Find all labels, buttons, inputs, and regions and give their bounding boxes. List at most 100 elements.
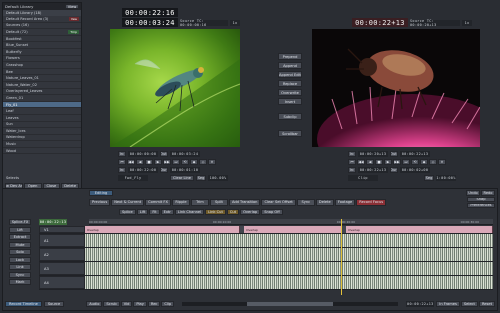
append-edit-button[interactable]: Append Edit: [278, 71, 302, 78]
footer-reset-button[interactable]: Reset: [478, 301, 495, 307]
footer-scrub-button[interactable]: Scrub: [103, 301, 120, 307]
mark-in-icon[interactable]: ◆: [420, 159, 428, 165]
rewind-icon[interactable]: ◀◀: [357, 159, 365, 165]
go-to-start-icon[interactable]: ⏮: [118, 159, 126, 165]
rail-solo-button[interactable]: Solo: [9, 249, 31, 255]
footer-select-button[interactable]: Select: [460, 301, 478, 307]
insert-button[interactable]: Insert: [278, 98, 302, 105]
inout-timecode[interactable]: 00:00:01:10: [170, 167, 200, 173]
footer-in-frames-button[interactable]: In Frames: [436, 301, 460, 307]
scrollbar-button[interactable]: Scrollbar: [278, 130, 302, 137]
step-back-icon[interactable]: ◀: [136, 159, 144, 165]
library-item[interactable]: Bee: [3, 69, 81, 76]
mark-in-icon[interactable]: ◆: [190, 159, 198, 165]
inout-timecode[interactable]: 00:00:00:00: [128, 151, 158, 157]
clear-marks-icon[interactable]: ✕: [438, 159, 446, 165]
library-item[interactable]: Default Record Area (3) Vew: [3, 16, 81, 23]
video-clip[interactable]: Overlap: [346, 226, 493, 233]
trim-button[interactable]: Trim: [190, 198, 209, 206]
cut-button[interactable]: Cut: [226, 208, 240, 215]
footer-clip-button[interactable]: Clip: [161, 301, 175, 307]
inout-timecode[interactable]: 00:00:22+13: [358, 167, 388, 173]
add-transition-button[interactable]: Add Transition: [228, 198, 261, 206]
delete-button[interactable]: Delete: [315, 198, 334, 206]
library-item[interactable]: Sources (16): [3, 23, 81, 30]
rail-mark-button[interactable]: Mark: [9, 279, 31, 285]
rail-sync-button[interactable]: Sync: [9, 271, 31, 278]
track-header[interactable]: V1: [39, 226, 85, 233]
split-button[interactable]: Split: [209, 198, 228, 206]
library-item[interactable]: Fly_01: [3, 101, 81, 109]
step-back-icon[interactable]: ◀: [366, 159, 374, 165]
lift-button[interactable]: Lift: [136, 208, 149, 215]
go-to-start-icon[interactable]: ⏮: [348, 159, 356, 165]
library-item-tag[interactable]: Vew: [68, 16, 79, 21]
subclip-button[interactable]: Subclip: [278, 113, 302, 120]
stop-icon[interactable]: ■: [375, 159, 383, 165]
rail-mute-button[interactable]: Mute: [9, 241, 31, 248]
library-item[interactable]: Bookfest: [3, 36, 81, 43]
fit-button[interactable]: Fit: [149, 208, 160, 215]
library-item-tag[interactable]: Tmp: [68, 29, 79, 34]
fast-forward-icon[interactable]: ▶▶: [393, 159, 401, 165]
footer-play-button[interactable]: Play: [133, 301, 147, 307]
play-icon[interactable]: ▶: [384, 159, 392, 165]
footage-button[interactable]: Footage: [334, 198, 356, 206]
go-to-end-icon[interactable]: ⏭: [172, 159, 180, 165]
library-item[interactable]: Leaves: [3, 115, 81, 122]
loop-icon[interactable]: ⟲: [411, 159, 419, 165]
inout-timecode[interactable]: 00:00:02+00: [400, 167, 430, 173]
commit-fx-button[interactable]: Commit FX: [145, 198, 171, 206]
overwrite-button[interactable]: Overwrite: [278, 89, 302, 96]
source-button[interactable]: Source: [43, 301, 65, 307]
previous-button[interactable]: Previous: [89, 198, 111, 206]
snap-off-button[interactable]: Snap Off: [261, 208, 283, 215]
footer-rec-button[interactable]: Rec: [147, 301, 161, 307]
preferences-button[interactable]: Preferences: [467, 202, 495, 208]
ripple-button[interactable]: Ripple: [171, 198, 190, 206]
rewind-icon[interactable]: ◀◀: [127, 159, 135, 165]
library-item[interactable]: Sun: [3, 122, 81, 129]
track-lane[interactable]: Overlap Overlap Overlap: [85, 226, 493, 233]
timeline-scrollbar[interactable]: [182, 302, 399, 306]
rail-splice-fx-button[interactable]: Splice-FX: [9, 219, 31, 225]
extr-button[interactable]: Extr: [160, 208, 174, 215]
link-channel-button[interactable]: Link Channel: [174, 208, 205, 215]
track-header[interactable]: A3: [39, 262, 85, 275]
inout-timecode[interactable]: 00:00:20+13: [358, 151, 388, 157]
snap-button[interactable]: Snap: [467, 196, 495, 202]
track-lane[interactable]: [85, 248, 493, 261]
record-focus-button[interactable]: Record Focus: [356, 198, 387, 206]
library-item[interactable]: Grasshop: [3, 62, 81, 69]
video-clip[interactable]: Overlap: [85, 226, 241, 233]
rail-lift-button[interactable]: Lift: [9, 226, 31, 233]
loop-icon[interactable]: ⟲: [181, 159, 189, 165]
rail-lock-button[interactable]: Lock: [9, 256, 31, 263]
track-lane[interactable]: [85, 276, 493, 289]
redo-button[interactable]: Redo: [481, 189, 495, 196]
record-video-frame[interactable]: [312, 29, 480, 147]
clear-set-offset-button[interactable]: Clear Set Offset: [261, 198, 296, 206]
library-item[interactable]: Default (72) Tmp: [3, 29, 81, 36]
editing-tab[interactable]: Editing: [89, 189, 113, 196]
source-clear-button[interactable]: Clear Line: [170, 175, 194, 181]
inout-timecode[interactable]: 00:00:03:24: [170, 151, 200, 157]
overlap-button[interactable]: Overlap: [240, 208, 261, 215]
replace-button[interactable]: Replace: [278, 80, 302, 87]
track-header[interactable]: A1: [39, 234, 85, 247]
video-clip[interactable]: Overlap: [244, 226, 343, 233]
library-item[interactable]: Nature_Leaves_01: [3, 75, 81, 82]
record-timeline-button[interactable]: Record Timeline: [5, 301, 42, 307]
track-header[interactable]: A2: [39, 248, 85, 261]
track-header[interactable]: A4: [39, 276, 85, 289]
clear-marks-icon[interactable]: ✕: [208, 159, 216, 165]
play-icon[interactable]: ▶: [154, 159, 162, 165]
library-item[interactable]: Leaf: [3, 108, 81, 115]
footer-vid-button[interactable]: Vid: [120, 301, 133, 307]
library-item[interactable]: Wood: [3, 148, 81, 155]
stop-icon[interactable]: ■: [145, 159, 153, 165]
mark-out-icon[interactable]: ◇: [199, 159, 207, 165]
library-item[interactable]: Butterfly: [3, 49, 81, 56]
prepend-button[interactable]: Prepend: [278, 53, 302, 60]
rail-link-button[interactable]: Link: [9, 264, 31, 270]
